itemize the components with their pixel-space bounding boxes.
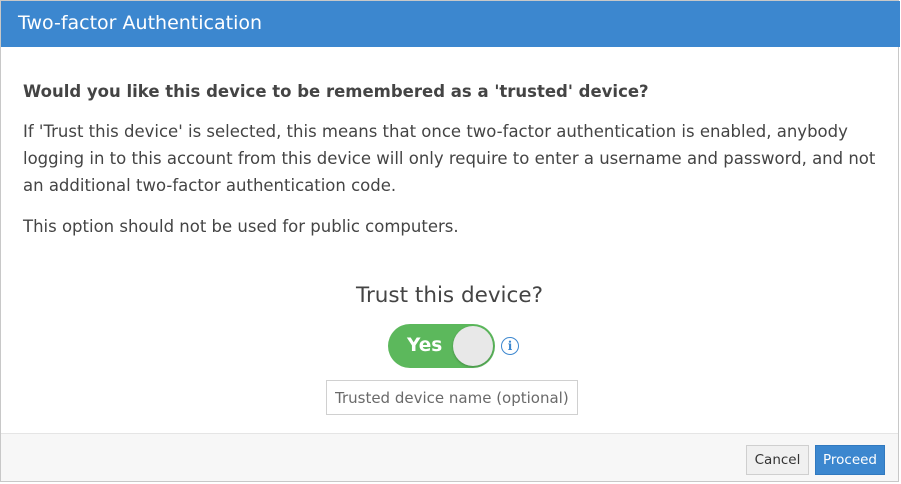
trust-device-toggle[interactable]: Yes [388, 324, 495, 368]
dialog-footer: Cancel Proceed [1, 433, 898, 481]
dialog-header: Two-factor Authentication [1, 1, 900, 47]
two-factor-dialog: Two-factor Authentication Would you like… [0, 0, 900, 482]
toggle-knob[interactable] [453, 326, 493, 366]
public-computer-warning: This option should not be used for publi… [23, 217, 459, 236]
dialog-title: Two-factor Authentication [18, 12, 263, 34]
trust-question: Would you like this device to be remembe… [23, 82, 649, 101]
cancel-button[interactable]: Cancel [746, 445, 809, 475]
trust-device-label: Trust this device? [355, 283, 543, 308]
trust-description: If 'Trust this device' is selected, this… [23, 122, 876, 195]
info-icon[interactable]: i [501, 337, 519, 355]
dialog-body: Would you like this device to be remembe… [1, 47, 898, 433]
proceed-button[interactable]: Proceed [815, 445, 885, 475]
toggle-label: Yes [407, 335, 443, 356]
trusted-device-name-input[interactable] [326, 380, 578, 415]
